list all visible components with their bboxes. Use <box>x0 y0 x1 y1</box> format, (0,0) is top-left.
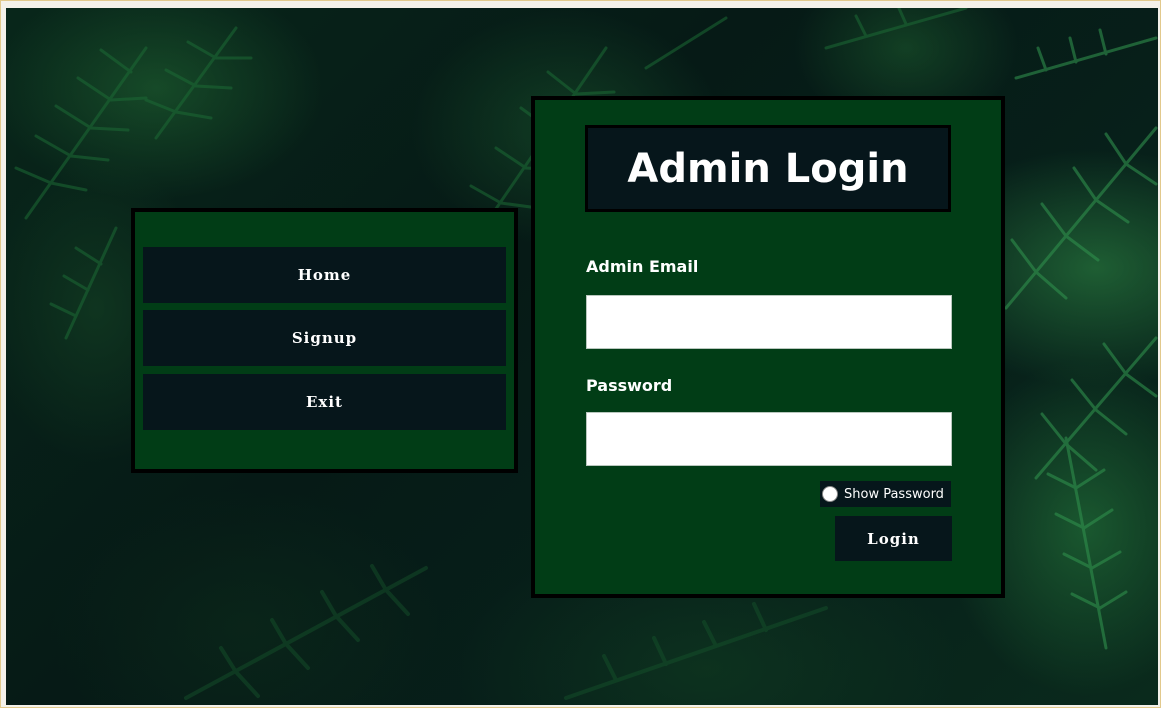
password-label: Password <box>586 376 673 395</box>
show-password-toggle[interactable]: Show Password <box>820 481 951 507</box>
home-button[interactable]: Home <box>143 247 506 303</box>
navigation-panel: Home Signup Exit <box>131 208 518 473</box>
admin-email-label: Admin Email <box>586 257 699 276</box>
exit-button[interactable]: Exit <box>143 374 506 430</box>
page-title: Admin Login <box>627 145 909 192</box>
admin-email-field[interactable] <box>586 295 952 349</box>
admin-login-form: Admin Login Admin Email Password Show Pa… <box>531 96 1005 598</box>
title-box: Admin Login <box>585 125 951 212</box>
show-password-label: Show Password <box>844 486 944 502</box>
password-field[interactable] <box>586 412 952 466</box>
app-window: Home Signup Exit Admin Login Admin Email… <box>0 0 1161 708</box>
show-password-radio[interactable] <box>822 486 838 502</box>
app-background: Home Signup Exit Admin Login Admin Email… <box>6 8 1158 705</box>
signup-button[interactable]: Signup <box>143 310 506 366</box>
login-button[interactable]: Login <box>835 516 952 561</box>
